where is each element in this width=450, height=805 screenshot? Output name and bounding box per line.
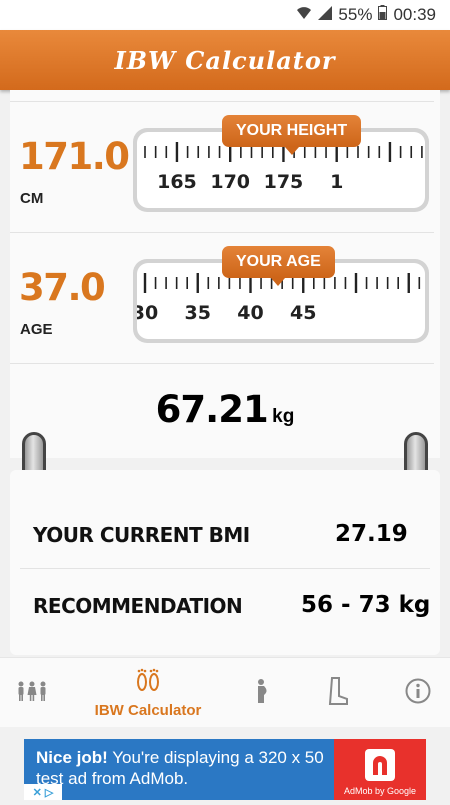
ibw-result: 67.21 kg [0, 388, 450, 431]
ad-banner[interactable]: Nice job! You're displaying a 320 x 50 t… [24, 739, 426, 800]
info-icon [405, 678, 431, 709]
nav-item-info[interactable] [386, 658, 450, 728]
wifi-icon [296, 5, 312, 25]
height-ruler-tick-label: 175 [264, 171, 304, 193]
bottom-nav: IBW Calculator [0, 657, 450, 727]
divider [10, 232, 434, 233]
divider [10, 363, 434, 364]
signal-icon [318, 5, 333, 25]
family-icon [16, 680, 48, 707]
age-ruler-tick-label: 40 [237, 302, 263, 324]
age-value: 37.0 [19, 266, 106, 309]
close-icon[interactable]: ✕ [33, 786, 42, 799]
height-ruler-label: YOUR HEIGHT [236, 122, 348, 139]
age-ruler-pointer: YOUR AGE [222, 246, 335, 286]
bmi-label: YOUR CURRENT BMI [33, 523, 250, 547]
recommendation-label: RECOMMENDATION [33, 594, 243, 618]
nav-item-ibw-calculator[interactable]: IBW Calculator [80, 658, 216, 728]
nav-item-label: IBW Calculator [94, 702, 202, 719]
admob-logo: AdMob by Google [334, 739, 426, 800]
battery-icon [378, 5, 388, 25]
height-unit: CM [20, 190, 44, 207]
divider [10, 101, 434, 102]
age-ruler-label: YOUR AGE [236, 253, 321, 270]
nav-item-family[interactable] [0, 658, 64, 728]
height-ruler-tick-label: 170 [210, 171, 250, 193]
bmi-value: 27.19 [335, 521, 408, 547]
ibw-result-unit: kg [272, 406, 295, 427]
age-ruler-tick-label: 35 [185, 302, 211, 324]
age-ruler-tick-label: 30 [137, 302, 158, 324]
divider [20, 568, 430, 569]
status-bar: 55% 00:39 [0, 0, 450, 30]
age-unit: AGE [20, 321, 53, 338]
boot-icon [327, 676, 349, 710]
pregnancy-icon [254, 678, 270, 709]
nav-item-boot[interactable] [306, 658, 370, 728]
ad-text: Nice job! You're displaying a 320 x 50 t… [36, 747, 336, 789]
height-value: 171.0 [19, 135, 130, 178]
age-ruler-tick-label: 45 [290, 302, 316, 324]
height-ruler-tick-label: 1 [330, 171, 343, 193]
ibw-result-value: 67.21 [155, 388, 269, 431]
nav-item-pregnancy[interactable] [230, 658, 294, 728]
ad-headline: Nice job! [36, 748, 108, 767]
app-title: IBW Calculator [114, 45, 336, 75]
ad-choices[interactable]: ✕ ▷ [24, 784, 62, 800]
battery-percent: 55% [338, 5, 373, 24]
height-ruler-pointer: YOUR HEIGHT [222, 115, 362, 155]
clock: 00:39 [393, 5, 436, 24]
results-card [10, 470, 440, 655]
height-ruler-tick-label: 165 [157, 171, 197, 193]
ad-choices-icon[interactable]: ▷ [45, 786, 53, 799]
app-bar: IBW Calculator [0, 30, 450, 90]
footprints-icon [134, 667, 162, 698]
recommendation-value: 56 - 73 kg [301, 592, 431, 618]
ad-brand: AdMob by Google [343, 786, 417, 796]
